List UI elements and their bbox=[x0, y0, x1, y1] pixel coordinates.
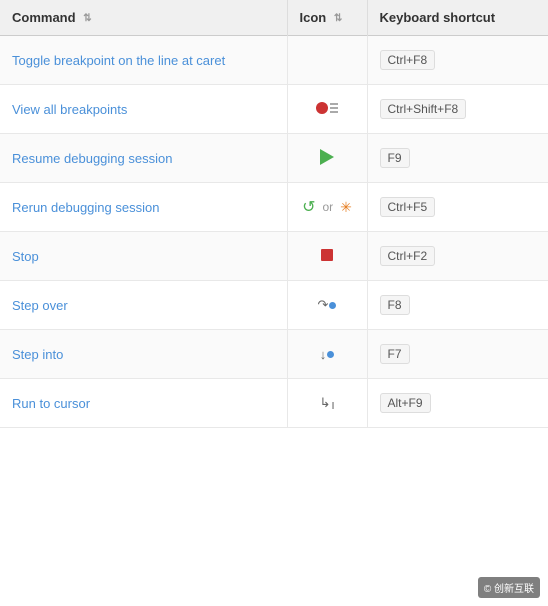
icon-header[interactable]: Icon ⇅ bbox=[287, 0, 367, 36]
shortcut-cell: Ctrl+F5 bbox=[367, 183, 548, 232]
command-cell: Rerun debugging session bbox=[0, 183, 287, 232]
breakpoint-icon bbox=[316, 102, 338, 114]
command-link[interactable]: Resume debugging session bbox=[12, 151, 172, 166]
table-row: Step into ↓ F7 bbox=[0, 330, 548, 379]
command-sort-icon[interactable]: ⇅ bbox=[83, 13, 91, 24]
shortcut-badge: Ctrl+F5 bbox=[380, 197, 436, 217]
table-row: Stop Ctrl+F2 bbox=[0, 232, 548, 281]
table-row: Toggle breakpoint on the line at caret Ct… bbox=[0, 36, 548, 85]
shortcut-badge: Ctrl+F8 bbox=[380, 50, 436, 70]
icon-cell bbox=[287, 85, 367, 134]
command-cell: Step over bbox=[0, 281, 287, 330]
shortcut-badge: F8 bbox=[380, 295, 410, 315]
stepinto-icon: ↓ bbox=[320, 347, 335, 362]
table-row: Step over ↷ F8 bbox=[0, 281, 548, 330]
icon-cell bbox=[287, 232, 367, 281]
shortcut-badge: F9 bbox=[380, 148, 410, 168]
table-row: Resume debugging session F9 bbox=[0, 134, 548, 183]
icon-cell: ↷ bbox=[287, 281, 367, 330]
shortcut-badge: Ctrl+Shift+F8 bbox=[380, 99, 467, 119]
icon-cell: ↺ or ✳ bbox=[287, 183, 367, 232]
command-link[interactable]: View all breakpoints bbox=[12, 102, 127, 117]
shortcut-cell: F7 bbox=[367, 330, 548, 379]
shortcut-badge: Ctrl+F2 bbox=[380, 246, 436, 266]
shortcut-cell: Ctrl+F2 bbox=[367, 232, 548, 281]
runtocursor-icon: ↳ I bbox=[320, 395, 335, 411]
table-row: Rerun debugging session ↺ or ✳ Ctrl+F5 bbox=[0, 183, 548, 232]
icon-sort-icon[interactable]: ⇅ bbox=[334, 13, 342, 24]
icon-cell bbox=[287, 36, 367, 85]
play-icon bbox=[320, 149, 334, 165]
shortcut-cell: F9 bbox=[367, 134, 548, 183]
shortcut-cell: Ctrl+F8 bbox=[367, 36, 548, 85]
stepover-icon: ↷ bbox=[318, 297, 337, 313]
icon-cell bbox=[287, 134, 367, 183]
stop-icon bbox=[321, 249, 333, 261]
shortcut-cell: Alt+F9 bbox=[367, 379, 548, 428]
command-link[interactable]: Stop bbox=[12, 249, 39, 264]
table-header: Command ⇅ Icon ⇅ Keyboard shortcut bbox=[0, 0, 548, 36]
command-link[interactable]: Step into bbox=[12, 347, 63, 362]
command-cell: View all breakpoints bbox=[0, 85, 287, 134]
shortcut-header[interactable]: Keyboard shortcut bbox=[367, 0, 548, 36]
command-cell: Resume debugging session bbox=[0, 134, 287, 183]
command-header[interactable]: Command ⇅ bbox=[0, 0, 287, 36]
shortcut-cell: F8 bbox=[367, 281, 548, 330]
command-link[interactable]: Run to cursor bbox=[12, 396, 90, 411]
command-cell: Toggle breakpoint on the line at caret bbox=[0, 36, 287, 85]
command-cell: Run to cursor bbox=[0, 379, 287, 428]
command-link[interactable]: Toggle breakpoint on the line at caret bbox=[12, 53, 225, 68]
command-cell: Step into bbox=[0, 330, 287, 379]
shortcuts-table: Command ⇅ Icon ⇅ Keyboard shortcut Toggl… bbox=[0, 0, 548, 428]
shortcut-badge: Alt+F9 bbox=[380, 393, 431, 413]
command-link[interactable]: Rerun debugging session bbox=[12, 200, 159, 215]
watermark: © 创新互联 bbox=[478, 577, 540, 598]
icon-cell: ↓ bbox=[287, 330, 367, 379]
table-row: View all breakpoints Ctrl+Shift+F8 bbox=[0, 85, 548, 134]
table-row: Run to cursor ↳ I Alt+F9 bbox=[0, 379, 548, 428]
command-cell: Stop bbox=[0, 232, 287, 281]
command-link[interactable]: Step over bbox=[12, 298, 68, 313]
rerun-icon: ↺ or ✳ bbox=[302, 197, 352, 217]
icon-cell: ↳ I bbox=[287, 379, 367, 428]
shortcut-cell: Ctrl+Shift+F8 bbox=[367, 85, 548, 134]
shortcut-badge: F7 bbox=[380, 344, 410, 364]
